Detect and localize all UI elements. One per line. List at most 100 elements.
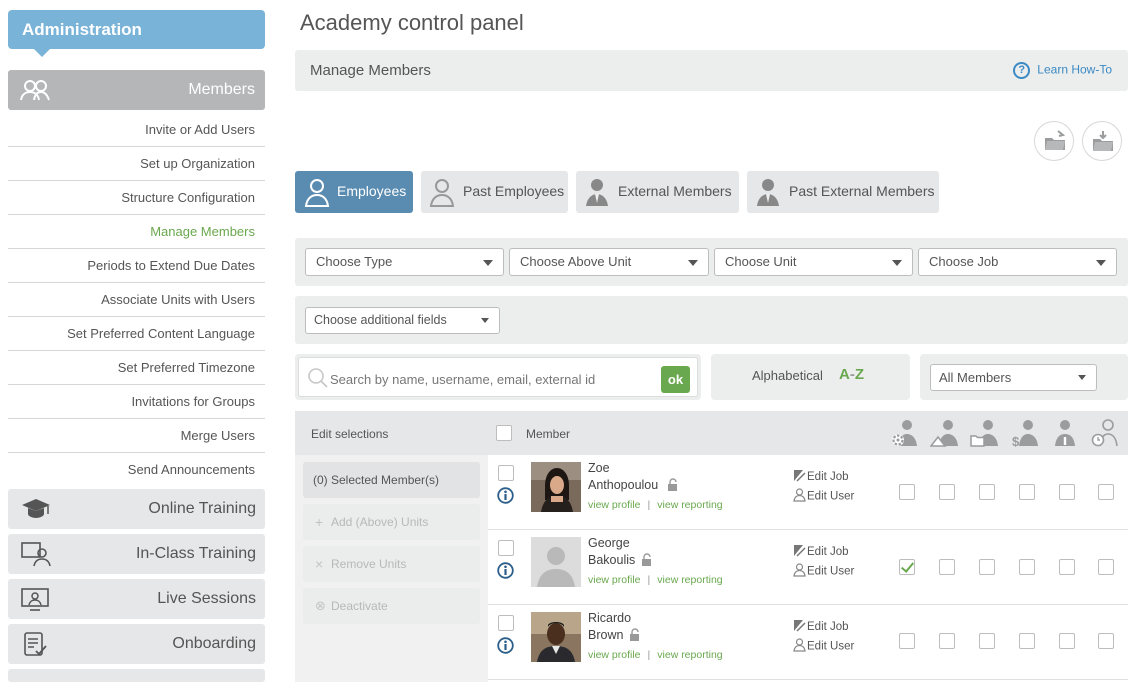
view-reporting-link[interactable]: view reporting	[657, 649, 722, 661]
role-checkbox-info[interactable]	[1059, 633, 1075, 649]
remove-units-button[interactable]: × Remove Units	[303, 546, 480, 582]
section-in-class-training[interactable]: In-Class Training	[8, 534, 265, 574]
role-checkbox-admin[interactable]	[899, 559, 915, 575]
menu-item-structure-configuration[interactable]: Structure Configuration	[8, 181, 265, 215]
user-outline-icon	[304, 177, 330, 210]
member-last-name: Brown	[588, 628, 624, 642]
sort-az-toggle[interactable]: A-Z	[839, 366, 864, 383]
edit-user-link[interactable]: Edit User	[793, 638, 854, 655]
menu-item-invite-users[interactable]: Invite or Add Users	[8, 113, 265, 147]
learn-how-to-label: Learn How-To	[1037, 62, 1112, 77]
manage-members-bar: Manage Members ? Learn How-To	[295, 50, 1128, 91]
user-outline-icon	[793, 638, 807, 655]
section-live-sessions[interactable]: Live Sessions	[8, 579, 265, 619]
tab-employees[interactable]: Employees	[295, 171, 413, 213]
checklist-icon	[20, 631, 52, 660]
unit-select[interactable]: Choose Unit	[714, 248, 913, 276]
select-all-checkbox[interactable]	[496, 425, 512, 441]
learn-how-to-link[interactable]: ? Learn How-To	[1013, 62, 1112, 79]
edit-job-link[interactable]: Edit Job	[793, 619, 849, 635]
lock-open-icon[interactable]	[641, 553, 652, 570]
member-filter-select[interactable]: All Members	[930, 364, 1097, 391]
section-more[interactable]	[8, 669, 265, 682]
avatar[interactable]	[531, 612, 581, 662]
tab-past-employees[interactable]: Past Employees	[421, 171, 568, 213]
role-checkbox-finance[interactable]	[1019, 484, 1035, 500]
role-checkbox-content-manager[interactable]	[979, 559, 995, 575]
edit-user-link[interactable]: Edit User	[793, 563, 854, 580]
section-label: Onboarding	[172, 635, 256, 652]
search-container: Search by name, username, email, externa…	[295, 354, 701, 400]
additional-fields-select[interactable]: Choose additional fields	[305, 307, 500, 334]
role-checkbox-timer[interactable]	[1098, 559, 1114, 575]
members-section-header[interactable]: Members	[8, 70, 265, 110]
role-checkbox-finance[interactable]	[1019, 559, 1035, 575]
role-checkbox-unit-manager[interactable]	[939, 484, 955, 500]
deactivate-button[interactable]: ⊗ Deactivate	[303, 588, 480, 624]
row-select-checkbox[interactable]	[498, 615, 514, 631]
info-icon[interactable]	[497, 562, 514, 582]
add-units-label: Add (Above) Units	[331, 515, 429, 529]
menu-item-setup-organization[interactable]: Set up Organization	[8, 147, 265, 181]
row-select-checkbox[interactable]	[498, 465, 514, 481]
section-online-training[interactable]: Online Training	[8, 489, 265, 529]
role-checkbox-timer[interactable]	[1098, 484, 1114, 500]
avatar[interactable]	[531, 537, 581, 587]
avatar[interactable]	[531, 462, 581, 512]
role-checkbox-unit-manager[interactable]	[939, 559, 955, 575]
view-reporting-link[interactable]: view reporting	[657, 574, 722, 586]
plus-icon: +	[315, 514, 324, 530]
edit-job-link[interactable]: Edit Job	[793, 544, 849, 560]
table-row: Ricardo Brown view profile | view reportin…	[488, 605, 1128, 680]
member-first-name: Ricardo	[588, 611, 632, 625]
add-units-button[interactable]: + Add (Above) Units	[303, 504, 480, 540]
role-checkbox-info[interactable]	[1059, 559, 1075, 575]
user-suit-icon	[584, 177, 610, 210]
member-first-name: George	[588, 536, 630, 550]
edit-job-link[interactable]: Edit Job	[793, 469, 849, 485]
row-select-checkbox[interactable]	[498, 540, 514, 556]
view-profile-link[interactable]: view profile	[588, 499, 641, 511]
role-checkbox-admin[interactable]	[899, 633, 915, 649]
sort-alphabetical[interactable]: Alphabetical A-Z	[711, 354, 910, 400]
chevron-down-icon	[481, 318, 489, 323]
edit-user-link[interactable]: Edit User	[793, 488, 854, 505]
view-profile-link[interactable]: view profile	[588, 649, 641, 661]
search-ok-button[interactable]: ok	[661, 366, 690, 393]
above-unit-select[interactable]: Choose Above Unit	[509, 248, 709, 276]
timer-user-icon	[1090, 419, 1120, 450]
members-table-header: Edit selections Member $	[295, 411, 1128, 455]
role-checkbox-admin[interactable]	[899, 484, 915, 500]
search-input[interactable]: Search by name, username, email, externa…	[298, 357, 698, 397]
lock-open-icon[interactable]	[629, 628, 640, 645]
menu-item-timezone[interactable]: Set Preferred Timezone	[8, 351, 265, 385]
role-checkbox-finance[interactable]	[1019, 633, 1035, 649]
role-checkbox-info[interactable]	[1059, 484, 1075, 500]
menu-item-send-announcements[interactable]: Send Announcements	[8, 453, 265, 487]
view-reporting-link[interactable]: view reporting	[657, 499, 722, 511]
menu-item-extend-due-dates[interactable]: Periods to Extend Due Dates	[8, 249, 265, 283]
member-links: view profile | view reporting	[588, 649, 723, 661]
member-first-name: Zoe	[588, 461, 610, 475]
section-onboarding[interactable]: Onboarding	[8, 624, 265, 664]
menu-item-manage-members[interactable]: Manage Members	[8, 215, 265, 249]
menu-item-associate-units[interactable]: Associate Units with Users	[8, 283, 265, 317]
role-checkbox-content-manager[interactable]	[979, 633, 995, 649]
export-button[interactable]	[1082, 121, 1122, 161]
menu-item-merge-users[interactable]: Merge Users	[8, 419, 265, 453]
job-select[interactable]: Choose Job	[918, 248, 1117, 276]
info-icon[interactable]	[497, 637, 514, 657]
role-checkbox-content-manager[interactable]	[979, 484, 995, 500]
import-button[interactable]	[1034, 121, 1074, 161]
info-icon[interactable]	[497, 487, 514, 507]
tab-external-members[interactable]: External Members	[576, 171, 739, 213]
role-checkbox-unit-manager[interactable]	[939, 633, 955, 649]
view-profile-link[interactable]: view profile	[588, 574, 641, 586]
role-checkbox-timer[interactable]	[1098, 633, 1114, 649]
lock-open-icon[interactable]	[667, 478, 678, 495]
type-select[interactable]: Choose Type	[305, 248, 504, 276]
menu-item-content-language[interactable]: Set Preferred Content Language	[8, 317, 265, 351]
type-select-value: Choose Type	[316, 254, 393, 269]
tab-past-external-members[interactable]: Past External Members	[747, 171, 939, 213]
menu-item-group-invitations[interactable]: Invitations for Groups	[8, 385, 265, 419]
